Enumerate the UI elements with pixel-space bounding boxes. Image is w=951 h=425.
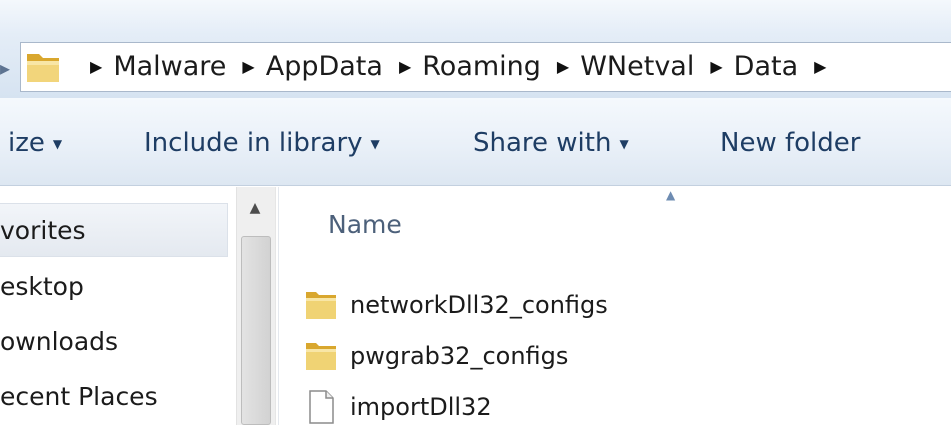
scroll-up-arrow-icon[interactable]: ▲	[243, 200, 267, 224]
folder-icon	[306, 292, 336, 319]
breadcrumb-item-roaming[interactable]: Roaming	[422, 51, 541, 82]
include-in-library-button[interactable]: Include in library ▼	[144, 128, 380, 158]
folder-icon	[306, 343, 336, 370]
nav-item-favorites[interactable]: vorites	[0, 216, 86, 245]
caret-down-icon: ▼	[619, 136, 629, 151]
sort-ascending-icon: ▲	[666, 188, 676, 202]
new-folder-button[interactable]: New folder	[720, 128, 860, 158]
organize-button[interactable]: ize ▼	[8, 128, 62, 158]
nav-back-chevron-icon[interactable]: ▸	[0, 56, 10, 80]
breadcrumb-item-appdata[interactable]: AppData	[266, 51, 383, 82]
nav-item-downloads[interactable]: ownloads	[0, 327, 118, 356]
nav-item-desktop[interactable]: esktop	[0, 272, 84, 301]
new-folder-label: New folder	[720, 128, 861, 158]
breadcrumb-arrow-icon[interactable]: ▶	[557, 57, 569, 76]
breadcrumb-item-malware[interactable]: Malware	[113, 51, 226, 82]
organize-label: ize	[8, 128, 45, 158]
breadcrumb-arrow-icon[interactable]: ▶	[90, 57, 102, 76]
breadcrumb-arrow-icon[interactable]: ▶	[399, 57, 411, 76]
file-icon	[309, 390, 334, 424]
share-with-label: Share with	[473, 128, 612, 158]
caret-down-icon: ▼	[370, 136, 380, 151]
folder-icon	[27, 54, 59, 82]
breadcrumb-arrow-icon[interactable]: ▶	[814, 57, 826, 76]
file-name: networkDll32_configs	[350, 291, 608, 319]
breadcrumb: ▶ Malware ▶ AppData ▶ Roaming ▶ WNetval …	[88, 46, 837, 86]
nav-item-recent-places[interactable]: ecent Places	[0, 382, 158, 411]
breadcrumb-item-data[interactable]: Data	[734, 51, 798, 82]
list-item[interactable]: pwgrab32_configs	[304, 338, 568, 374]
file-name: importDll32	[350, 393, 492, 421]
breadcrumb-arrow-icon[interactable]: ▶	[242, 57, 254, 76]
share-with-button[interactable]: Share with ▼	[473, 128, 629, 158]
list-item[interactable]: importDll32	[304, 389, 492, 425]
caret-down-icon: ▼	[52, 136, 63, 151]
breadcrumb-item-wnetval[interactable]: WNetval	[580, 51, 694, 82]
list-item[interactable]: networkDll32_configs	[304, 287, 608, 323]
file-name: pwgrab32_configs	[350, 342, 569, 370]
scrollbar-thumb[interactable]	[241, 236, 271, 425]
include-in-library-label: Include in library	[144, 128, 363, 158]
column-header-name[interactable]: Name	[328, 210, 402, 239]
breadcrumb-arrow-icon[interactable]: ▶	[710, 57, 722, 76]
